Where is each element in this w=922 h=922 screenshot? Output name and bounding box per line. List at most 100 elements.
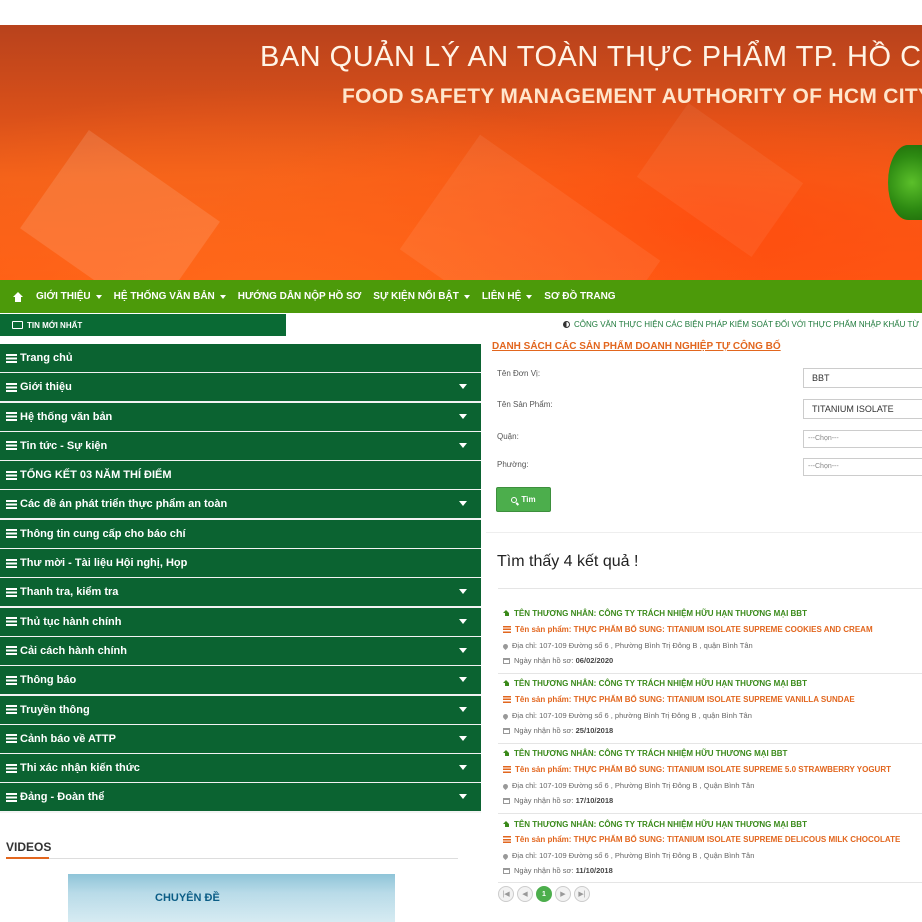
main-nav: GIỚI THIỆU HỆ THỐNG VĂN BẢN HƯỚNG DẪN NỘ…	[0, 280, 922, 313]
nav-item-huong-dan-nop-ho-so[interactable]: HƯỚNG DẪN NỘP HỒ SƠ	[238, 291, 362, 302]
sidebar-item[interactable]: Đảng - Đoàn thể	[0, 783, 481, 812]
last-page-button[interactable]: ▶|	[574, 886, 590, 902]
list-icon	[6, 470, 17, 480]
sidebar-item-label: Thanh tra, kiểm tra	[20, 586, 119, 599]
district-label: Quận:	[497, 432, 519, 441]
result-product-link[interactable]: Tên sản phẩm: THỰC PHẨM BỔ SUNG: TITANIU…	[503, 765, 891, 774]
news-ticker-link[interactable]: CÔNG VĂN THỰC HIỆN CÁC BIỆN PHÁP KIỂM SO…	[563, 320, 919, 329]
sidebar-menu: Trang chủ Giới thiệu Hệ thống văn bản Tin t…	[0, 344, 481, 813]
sidebar-item-label: Các đề án phát triển thực phẩm an toàn	[20, 498, 228, 511]
videos-section: VIDEOS CHUYÊN ĐỀ	[0, 830, 471, 922]
page: BAN QUẢN LÝ AN TOÀN THỰC PHẨM TP. HỒ CHÍ…	[0, 0, 922, 922]
list-icon	[503, 626, 511, 634]
caret-down-icon	[459, 647, 467, 653]
result-company[interactable]: TÊN THƯƠNG NHÂN: CÔNG TY TRÁCH NHIỆM HỮU…	[503, 679, 807, 688]
result-company[interactable]: TÊN THƯƠNG NHÂN: CÔNG TY TRÁCH NHIỆM HỮU…	[503, 820, 807, 829]
result-product-link[interactable]: Tên sản phẩm: THỰC PHẨM BỔ SUNG: TITANIU…	[503, 695, 855, 704]
district-select[interactable]: ---Chọn---	[803, 430, 922, 448]
result-date: Ngày nhận hồ sơ: 06/02/2020	[503, 656, 613, 665]
caret-down-icon	[219, 294, 226, 299]
result-product-link[interactable]: Tên sản phẩm: THỰC PHẨM BỔ SUNG: TITANIU…	[503, 625, 873, 634]
search-icon	[511, 496, 518, 503]
result-company[interactable]: TÊN THƯƠNG NHÂN: CÔNG TY TRÁCH NHIỆM HỮU…	[503, 749, 787, 758]
sidebar-item-label: Truyền thông	[20, 703, 90, 716]
home-icon[interactable]	[12, 291, 24, 302]
calendar-icon	[503, 868, 510, 875]
caret-down-icon	[459, 735, 467, 741]
result-address: Địa chỉ: 107-109 Đường số 6 , Phường Bìn…	[501, 781, 754, 790]
half-circle-icon	[563, 321, 570, 328]
result-date: Ngày nhận hồ sơ: 17/10/2018	[503, 796, 613, 805]
sidebar-item[interactable]: Trang chủ	[0, 344, 481, 372]
prev-page-button[interactable]: ◀	[517, 886, 533, 902]
sidebar-item[interactable]: Hệ thống văn bản	[0, 402, 481, 431]
list-icon	[6, 441, 17, 451]
caret-down-icon	[459, 442, 467, 448]
ward-select[interactable]: ---Chọn---	[803, 458, 922, 476]
sidebar-item[interactable]: TỔNG KẾT 03 NĂM THÍ ĐIỂM	[0, 461, 481, 490]
sidebar-item[interactable]: Thủ tục hành chính	[0, 607, 481, 636]
caret-down-icon	[459, 589, 467, 595]
list-icon	[6, 646, 17, 656]
next-page-button[interactable]: ▶	[555, 886, 571, 902]
result-product-link[interactable]: Tên sản phẩm: THỰC PHẨM BỔ SUNG: TITANIU…	[503, 835, 900, 844]
sidebar-item[interactable]: Thông tin cung cấp cho báo chí	[0, 519, 481, 548]
caret-down-icon	[95, 294, 102, 299]
sidebar-item-label: Cảnh báo về ATTP	[20, 732, 116, 745]
sidebar-item[interactable]: Cải cách hành chính	[0, 636, 481, 665]
caret-down-icon	[459, 794, 467, 800]
map-pin-icon	[501, 852, 510, 860]
site-banner: BAN QUẢN LÝ AN TOÀN THỰC PHẨM TP. HỒ CHÍ…	[0, 25, 922, 280]
home-icon	[503, 609, 510, 617]
sidebar-item[interactable]: Thi xác nhận kiến thức	[0, 754, 481, 783]
home-icon	[503, 749, 510, 757]
pagination: |◀ ◀ 1 ▶ ▶|	[498, 886, 593, 902]
sidebar-item-label: Thông tin cung cấp cho báo chí	[20, 527, 186, 540]
sidebar-item-label: TỔNG KẾT 03 NĂM THÍ ĐIỂM	[20, 469, 172, 482]
sidebar-item[interactable]: Thông báo	[0, 666, 481, 695]
sidebar-item[interactable]: Giới thiệu	[0, 373, 481, 402]
list-icon	[6, 763, 17, 773]
list-icon	[6, 675, 17, 685]
map-pin-icon	[501, 782, 510, 790]
sidebar-item[interactable]: Cảnh báo về ATTP	[0, 724, 481, 753]
caret-down-icon	[526, 294, 533, 299]
result-address: Địa chỉ: 107-109 Đường số 6 , phường Bìn…	[501, 711, 752, 720]
sidebar-item-label: Cải cách hành chính	[20, 644, 127, 657]
sidebar-item[interactable]: Thư mời - Tài liệu Hội nghị, Họp	[0, 549, 481, 578]
video-thumbnail[interactable]	[68, 874, 395, 922]
list-icon	[6, 499, 17, 509]
banner-subtitle: FOOD SAFETY MANAGEMENT AUTHORITY OF HCM …	[342, 85, 922, 108]
unit-name-input[interactable]: BBT	[803, 368, 922, 388]
latest-news-label: TIN MỚI NHẤT	[0, 314, 286, 336]
result-date: Ngày nhận hồ sơ: 25/10/2018	[503, 726, 613, 735]
list-icon	[6, 587, 17, 597]
page-1-button[interactable]: 1	[536, 886, 552, 902]
nav-item-su-kien-noi-bat[interactable]: SỰ KIỆN NỔI BẬT	[373, 291, 470, 302]
sidebar-item-label: Thi xác nhận kiến thức	[20, 762, 140, 775]
home-icon	[503, 679, 510, 687]
product-name-input[interactable]: TITANIUM ISOLATE	[803, 399, 922, 419]
caret-down-icon	[459, 706, 467, 712]
divider	[498, 588, 922, 589]
sidebar-item[interactable]: Tin tức - Sự kiện	[0, 431, 481, 460]
result-company[interactable]: TÊN THƯƠNG NHÂN: CÔNG TY TRÁCH NHIỆM HỮU…	[503, 609, 807, 618]
first-page-button[interactable]: |◀	[498, 886, 514, 902]
list-icon	[503, 696, 511, 704]
list-icon	[6, 412, 17, 422]
nav-item-gioi-thieu[interactable]: GIỚI THIỆU	[36, 291, 102, 302]
newspaper-icon	[12, 321, 23, 329]
nav-item-lien-he[interactable]: LIÊN HỆ	[482, 291, 533, 302]
list-icon	[6, 382, 17, 392]
sidebar-item[interactable]: Các đề án phát triển thực phẩm an toàn	[0, 490, 481, 519]
nav-item-he-thong-van-ban[interactable]: HỆ THỐNG VĂN BẢN	[114, 291, 226, 302]
list-icon	[503, 836, 511, 844]
caret-down-icon	[459, 501, 467, 507]
search-button[interactable]: Tìm	[496, 487, 551, 512]
sidebar-item[interactable]: Truyền thông	[0, 695, 481, 724]
search-section-title[interactable]: DANH SÁCH CÁC SẢN PHẨM DOANH NGHIỆP TỰ C…	[492, 341, 781, 352]
map-pin-icon	[501, 712, 510, 720]
sidebar-item[interactable]: Thanh tra, kiểm tra	[0, 578, 481, 607]
nav-item-so-do-trang[interactable]: SƠ ĐỒ TRANG	[544, 291, 615, 302]
calendar-icon	[503, 728, 510, 735]
